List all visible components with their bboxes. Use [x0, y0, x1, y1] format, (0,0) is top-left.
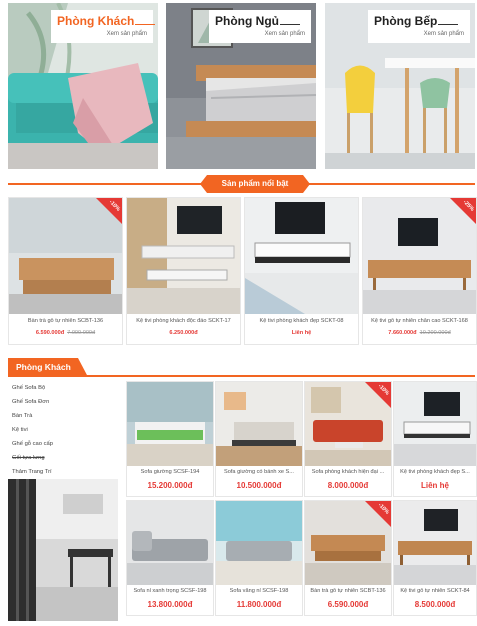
sidebar-promo-image[interactable] [8, 479, 118, 621]
product-name[interactable]: Kệ tivi gỗ tự nhiên SCKT-84 [396, 588, 474, 594]
product-card[interactable]: Kệ tivi gỗ tự nhiên SCKT-84 8.500.000đ [393, 500, 477, 616]
product-price: Liên hệ [291, 330, 312, 336]
category-label: Phòng Ngủ Xem sản phẩm [209, 10, 311, 43]
product-price: 15.200.000đ [147, 481, 193, 490]
view-products-link[interactable]: Xem sản phẩm [265, 31, 305, 37]
product-name[interactable]: Kệ tivi gỗ tự nhiên chân cao SCKT-168 [365, 318, 474, 324]
product-image [394, 382, 476, 466]
category-label: Phòng Khách Xem sản phẩm [51, 10, 156, 43]
product-image [127, 382, 213, 466]
product-price: 7.660.000đ 10.200.000đ [388, 330, 451, 336]
product-card[interactable]: Kệ tivi phòng khách độc đáo SCKT-17 6.25… [126, 197, 241, 345]
featured-heading: Sản phẩm nổi bật [200, 175, 310, 193]
product-image [127, 198, 240, 314]
sidebar-item-sofa-set[interactable]: Ghế Sofa Bộ [8, 381, 118, 395]
living-room-sidebar: Ghế Sofa Bộ Ghế Sofa Đơn Bàn Trà Kệ tivi… [8, 381, 118, 481]
product-image [394, 501, 476, 585]
product-image [216, 501, 302, 585]
product-price: Liên hệ [420, 481, 449, 490]
product-image [363, 198, 476, 314]
category-banner-living-room[interactable]: Phòng Khách Xem sản phẩm [8, 3, 158, 169]
product-price: 13.800.000đ [147, 600, 193, 609]
product-name[interactable]: Sofa văng nỉ SCSF-198 [218, 588, 300, 594]
product-card[interactable]: Sofa nỉ xanh trọng SCSF-198 13.800.000đ [126, 500, 214, 616]
sidebar-item-coffee-table[interactable]: Bàn Trà [8, 409, 118, 423]
product-card[interactable]: Sofa giường có bánh xe S... 10.500.000đ [215, 381, 303, 497]
product-card[interactable]: Kệ tivi phòng khách đẹp SCKT-08 Liên hệ [244, 197, 359, 345]
product-name[interactable]: Sofa phòng khách hiện đại ... [307, 469, 389, 475]
product-name[interactable]: Kệ tivi phòng khách đẹp S... [396, 469, 474, 475]
sidebar-item-tv-stand[interactable]: Kệ tivi [8, 423, 118, 437]
product-card[interactable]: Sofa giường SCSF-194 15.200.000đ [126, 381, 214, 497]
product-price: 8.500.000đ [414, 600, 456, 609]
product-image [127, 501, 213, 585]
living-room-heading[interactable]: Phòng Khách [8, 358, 88, 377]
product-price: 8.000.000đ [327, 481, 369, 490]
product-card[interactable]: Kệ tivi phòng khách đẹp S... Liên hệ [393, 381, 477, 497]
sidebar-item-cushion[interactable]: Gối tựa lưng [8, 451, 118, 465]
product-name[interactable]: Kệ tivi phòng khách độc đáo SCKT-17 [129, 318, 238, 324]
product-name[interactable]: Sofa giường SCSF-194 [129, 469, 211, 475]
category-name: Phòng Khách [57, 14, 156, 28]
category-name: Phòng Ngủ [215, 14, 300, 28]
product-price: 6.590.000đ [327, 600, 369, 609]
product-name[interactable]: Sofa nỉ xanh trọng SCSF-198 [129, 588, 211, 594]
product-price: 6.250.000đ [169, 330, 198, 336]
sidebar-item-wood-chair[interactable]: Ghế gỗ cao cấp [8, 437, 118, 451]
category-banner-bedroom[interactable]: Phòng Ngủ Xem sản phẩm [166, 3, 316, 169]
product-name[interactable]: Bàn trà gỗ tự nhiên SCBT-136 [11, 318, 120, 324]
category-banner-kitchen[interactable]: Phòng Bếp Xem sản phẩm [325, 3, 475, 169]
product-price: 11.800.000đ [236, 600, 282, 609]
product-name[interactable]: Sofa giường có bánh xe S... [218, 469, 300, 475]
product-price: 6.590.000đ 7.000.000đ [35, 330, 96, 336]
product-name[interactable]: Kệ tivi phòng khách đẹp SCKT-08 [247, 318, 356, 324]
product-card[interactable]: -25% Kệ tivi gỗ tự nhiên chân cao SCKT-1… [362, 197, 477, 345]
product-name[interactable]: Bàn trà gỗ tự nhiên SCBT-136 [307, 588, 389, 594]
view-products-link[interactable]: Xem sản phẩm [107, 31, 147, 37]
product-image [216, 382, 302, 466]
sidebar-item-rug[interactable]: Thảm Trang Trí [8, 465, 118, 479]
product-card[interactable]: -10% Bàn trà gỗ tự nhiên SCBT-136 6.590.… [8, 197, 123, 345]
category-name: Phòng Bếp [374, 14, 459, 28]
view-products-link[interactable]: Xem sản phẩm [424, 31, 464, 37]
product-image [245, 198, 358, 314]
sidebar-item-single-sofa[interactable]: Ghế Sofa Đơn [8, 395, 118, 409]
product-image [9, 198, 122, 314]
product-price: 10.500.000đ [236, 481, 282, 490]
product-card[interactable]: -10% Sofa phòng khách hiện đại ... 8.000… [304, 381, 392, 497]
category-label: Phòng Bếp Xem sản phẩm [368, 10, 470, 43]
product-card[interactable]: Sofa văng nỉ SCSF-198 11.800.000đ [215, 500, 303, 616]
product-card[interactable]: -10% Bàn trà gỗ tự nhiên SCBT-136 6.590.… [304, 500, 392, 616]
